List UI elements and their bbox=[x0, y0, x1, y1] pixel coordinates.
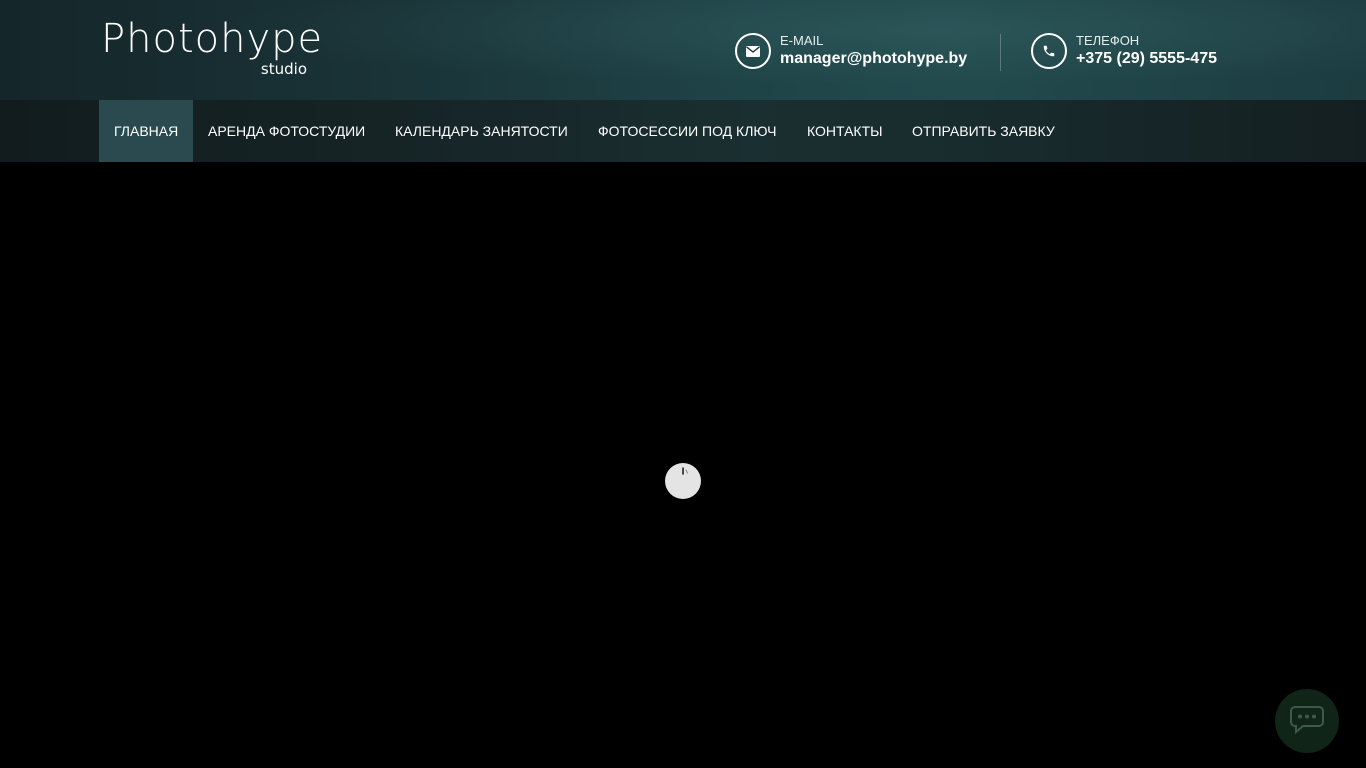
logo[interactable]: Photohype studio bbox=[101, 16, 322, 82]
phone-link[interactable]: +375 (29) 5555-475 bbox=[1076, 50, 1217, 68]
nav-item-photosessions[interactable]: ФОТОСЕССИИ ПОД КЛЮЧ bbox=[583, 100, 791, 162]
spinner-icon bbox=[665, 463, 701, 499]
nav-item-calendar[interactable]: КАЛЕНДАРЬ ЗАНЯТОСТИ bbox=[380, 100, 583, 162]
chat-button[interactable] bbox=[1275, 689, 1339, 753]
email-link[interactable]: manager@photohype.by bbox=[780, 50, 967, 68]
nav-item-studio-rental[interactable]: АРЕНДА ФОТОСТУДИИ bbox=[193, 100, 380, 162]
nav-item-contacts[interactable]: КОНТАКТЫ bbox=[792, 100, 898, 162]
contact-divider bbox=[1000, 34, 1001, 71]
nav-item-home[interactable]: ГЛАВНАЯ bbox=[99, 100, 194, 162]
phone-label: ТЕЛЕФОН bbox=[1076, 33, 1140, 48]
chat-bubble-icon bbox=[1289, 704, 1325, 739]
email-label: E-MAIL bbox=[780, 33, 824, 48]
nav-item-send-request[interactable]: ОТПРАВИТЬ ЗАЯВКУ bbox=[897, 100, 1070, 162]
logo-subtitle: studio bbox=[260, 60, 307, 78]
site-header: Photohype studio E-MAIL manager@photohyp… bbox=[0, 0, 1366, 100]
envelope-icon bbox=[735, 33, 771, 69]
phone-icon bbox=[1031, 33, 1067, 69]
logo-title: Photohype bbox=[101, 16, 324, 62]
main-nav: ГЛАВНАЯ АРЕНДА ФОТОСТУДИИ КАЛЕНДАРЬ ЗАНЯ… bbox=[0, 100, 1366, 162]
